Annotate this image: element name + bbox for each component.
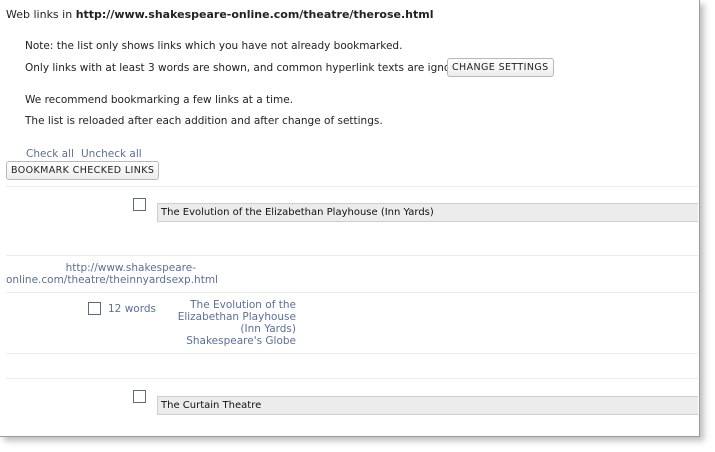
check-all-link[interactable]: Check all [26,148,74,160]
page-heading: Web links in http://www.shakespeare-onli… [6,8,433,21]
item-title-1: The Evolution of the Elizabethan Playhou… [157,203,698,222]
separator [6,378,698,379]
separator [6,353,698,354]
item-checkbox-1[interactable] [133,198,146,211]
item-url-link[interactable]: http://www.shakespeare-online.com/theatr… [6,262,218,286]
note-not-bookmarked: Note: the list only shows links which yo… [25,40,403,52]
anchor-text-link[interactable]: The Evolution of the Elizabethan Playhou… [165,299,296,347]
separator [6,292,698,293]
uncheck-all-link[interactable]: Uncheck all [81,148,142,160]
link-checkbox[interactable] [88,302,101,315]
separator [6,255,698,256]
note-reload: The list is reloaded after each addition… [25,115,383,127]
page-url: http://www.shakespeare-online.com/theatr… [75,8,434,21]
item-checkbox-2[interactable] [133,390,146,403]
item-title-2: The Curtain Theatre [157,396,698,415]
note-min-words: Only links with at least 3 words are sho… [25,62,471,74]
note-recommend: We recommend bookmarking a few links at … [25,94,294,106]
word-count: 12 words [108,303,156,315]
heading-prefix: Web links in [6,8,76,21]
separator [6,186,698,187]
page-frame: Web links in http://www.shakespeare-onli… [0,0,700,437]
change-settings-button[interactable]: CHANGE SETTINGS [447,58,554,77]
bookmark-checked-links-button[interactable]: BOOKMARK CHECKED LINKS [6,161,160,180]
